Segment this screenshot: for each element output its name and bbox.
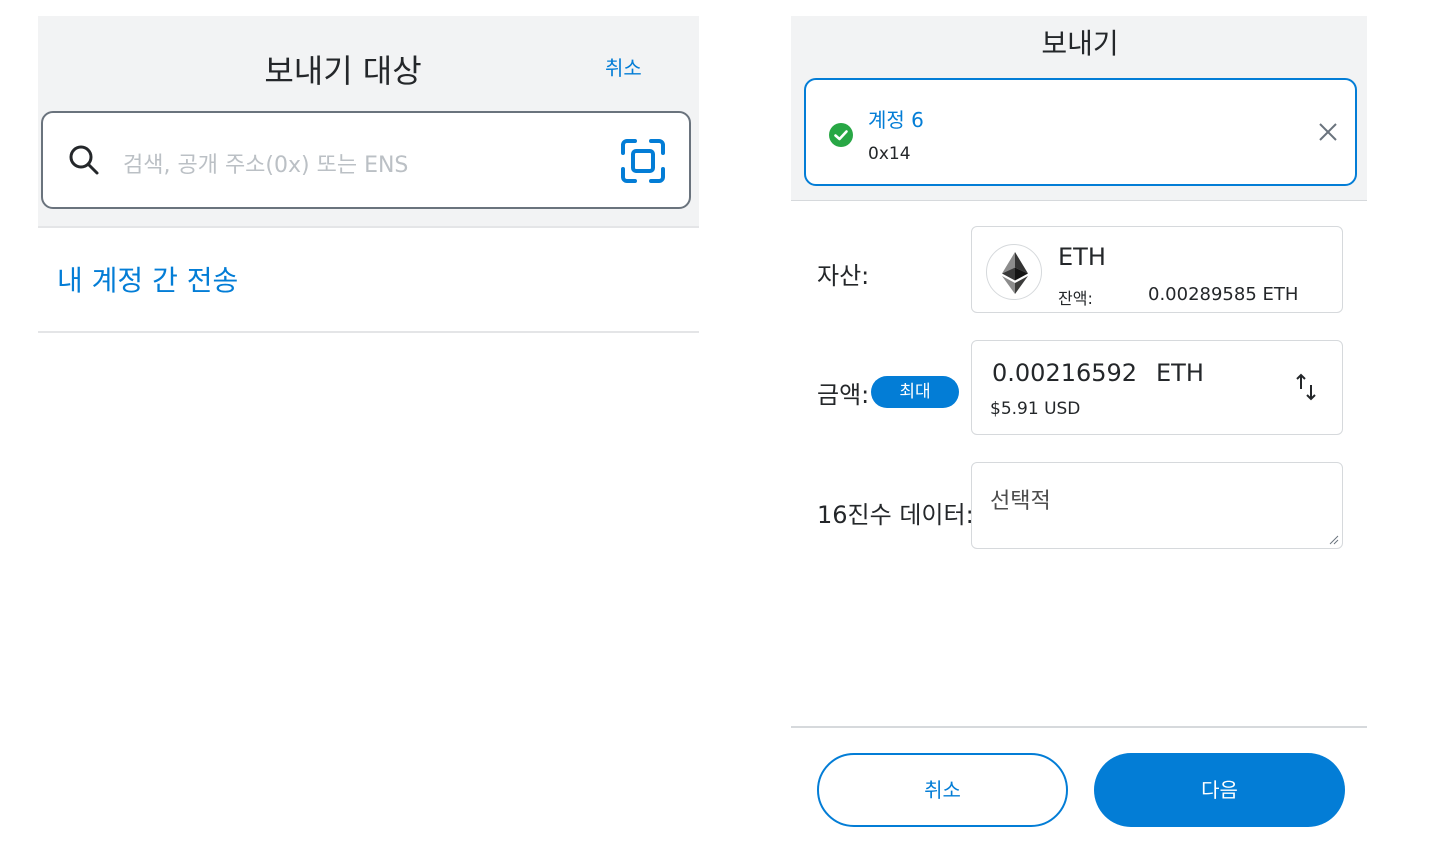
check-circle-icon — [829, 123, 853, 147]
search-input[interactable]: 검색, 공개 주소(0x) 또는 ENS — [41, 111, 691, 209]
divider — [38, 331, 699, 333]
close-icon[interactable] — [1316, 120, 1340, 144]
divider — [791, 200, 1367, 201]
recipient-address: 0x14 — [868, 144, 911, 164]
search-placeholder: 검색, 공개 주소(0x) 또는 ENS — [123, 153, 409, 178]
balance-label: 잔액: — [1058, 289, 1093, 308]
send-to-panel: 보내기 대상 취소 검색, 공개 주소(0x) 또는 ENS 내 계정 간 전송 — [38, 16, 699, 333]
selected-recipient-card[interactable]: 계정 6 0x14 — [804, 78, 1357, 186]
hex-data-label: 16진수 데이터: — [817, 501, 974, 529]
recipient-account-name: 계정 6 — [868, 108, 924, 132]
send-to-header: 보내기 대상 취소 검색, 공개 주소(0x) 또는 ENS — [38, 16, 699, 228]
amount-label: 금액: — [817, 381, 870, 409]
asset-label: 자산: — [817, 262, 870, 290]
asset-symbol: ETH — [1058, 243, 1106, 271]
resize-handle-icon[interactable] — [1329, 535, 1339, 545]
asset-logo — [986, 244, 1042, 300]
balance-value: 0.00289585 ETH — [1148, 284, 1299, 305]
hex-data-textarea[interactable]: 선택적 — [971, 462, 1343, 549]
swap-icon[interactable] — [1292, 371, 1320, 405]
amount-fiat-value: $5.91 USD — [990, 399, 1081, 419]
footer-divider — [791, 726, 1367, 728]
divider — [38, 226, 699, 228]
cancel-button[interactable]: 취소 — [817, 753, 1068, 827]
send-panel: 보내기 계정 6 0x14 자산: ETH 잔액: 0.00289585 ETH… — [791, 16, 1367, 846]
amount-unit: ETH — [1156, 359, 1204, 387]
asset-selector[interactable]: ETH 잔액: 0.00289585 ETH — [971, 226, 1343, 313]
search-icon — [69, 145, 99, 175]
amount-value[interactable]: 0.00216592 — [992, 359, 1137, 387]
next-button[interactable]: 다음 — [1094, 753, 1345, 827]
send-header: 보내기 계정 6 0x14 — [791, 16, 1367, 200]
scan-qr-icon[interactable] — [619, 137, 667, 185]
eth-icon — [1002, 252, 1028, 294]
amount-input[interactable]: 0.00216592 ETH $5.91 USD — [971, 340, 1343, 435]
page-title: 보내기 — [1041, 27, 1119, 60]
page-title: 보내기 대상 — [264, 52, 422, 90]
hex-data-placeholder: 선택적 — [990, 489, 1051, 514]
max-button[interactable]: 최대 — [871, 376, 959, 408]
cancel-link[interactable]: 취소 — [605, 52, 642, 81]
transfer-between-accounts-link[interactable]: 내 계정 간 전송 — [57, 259, 238, 299]
